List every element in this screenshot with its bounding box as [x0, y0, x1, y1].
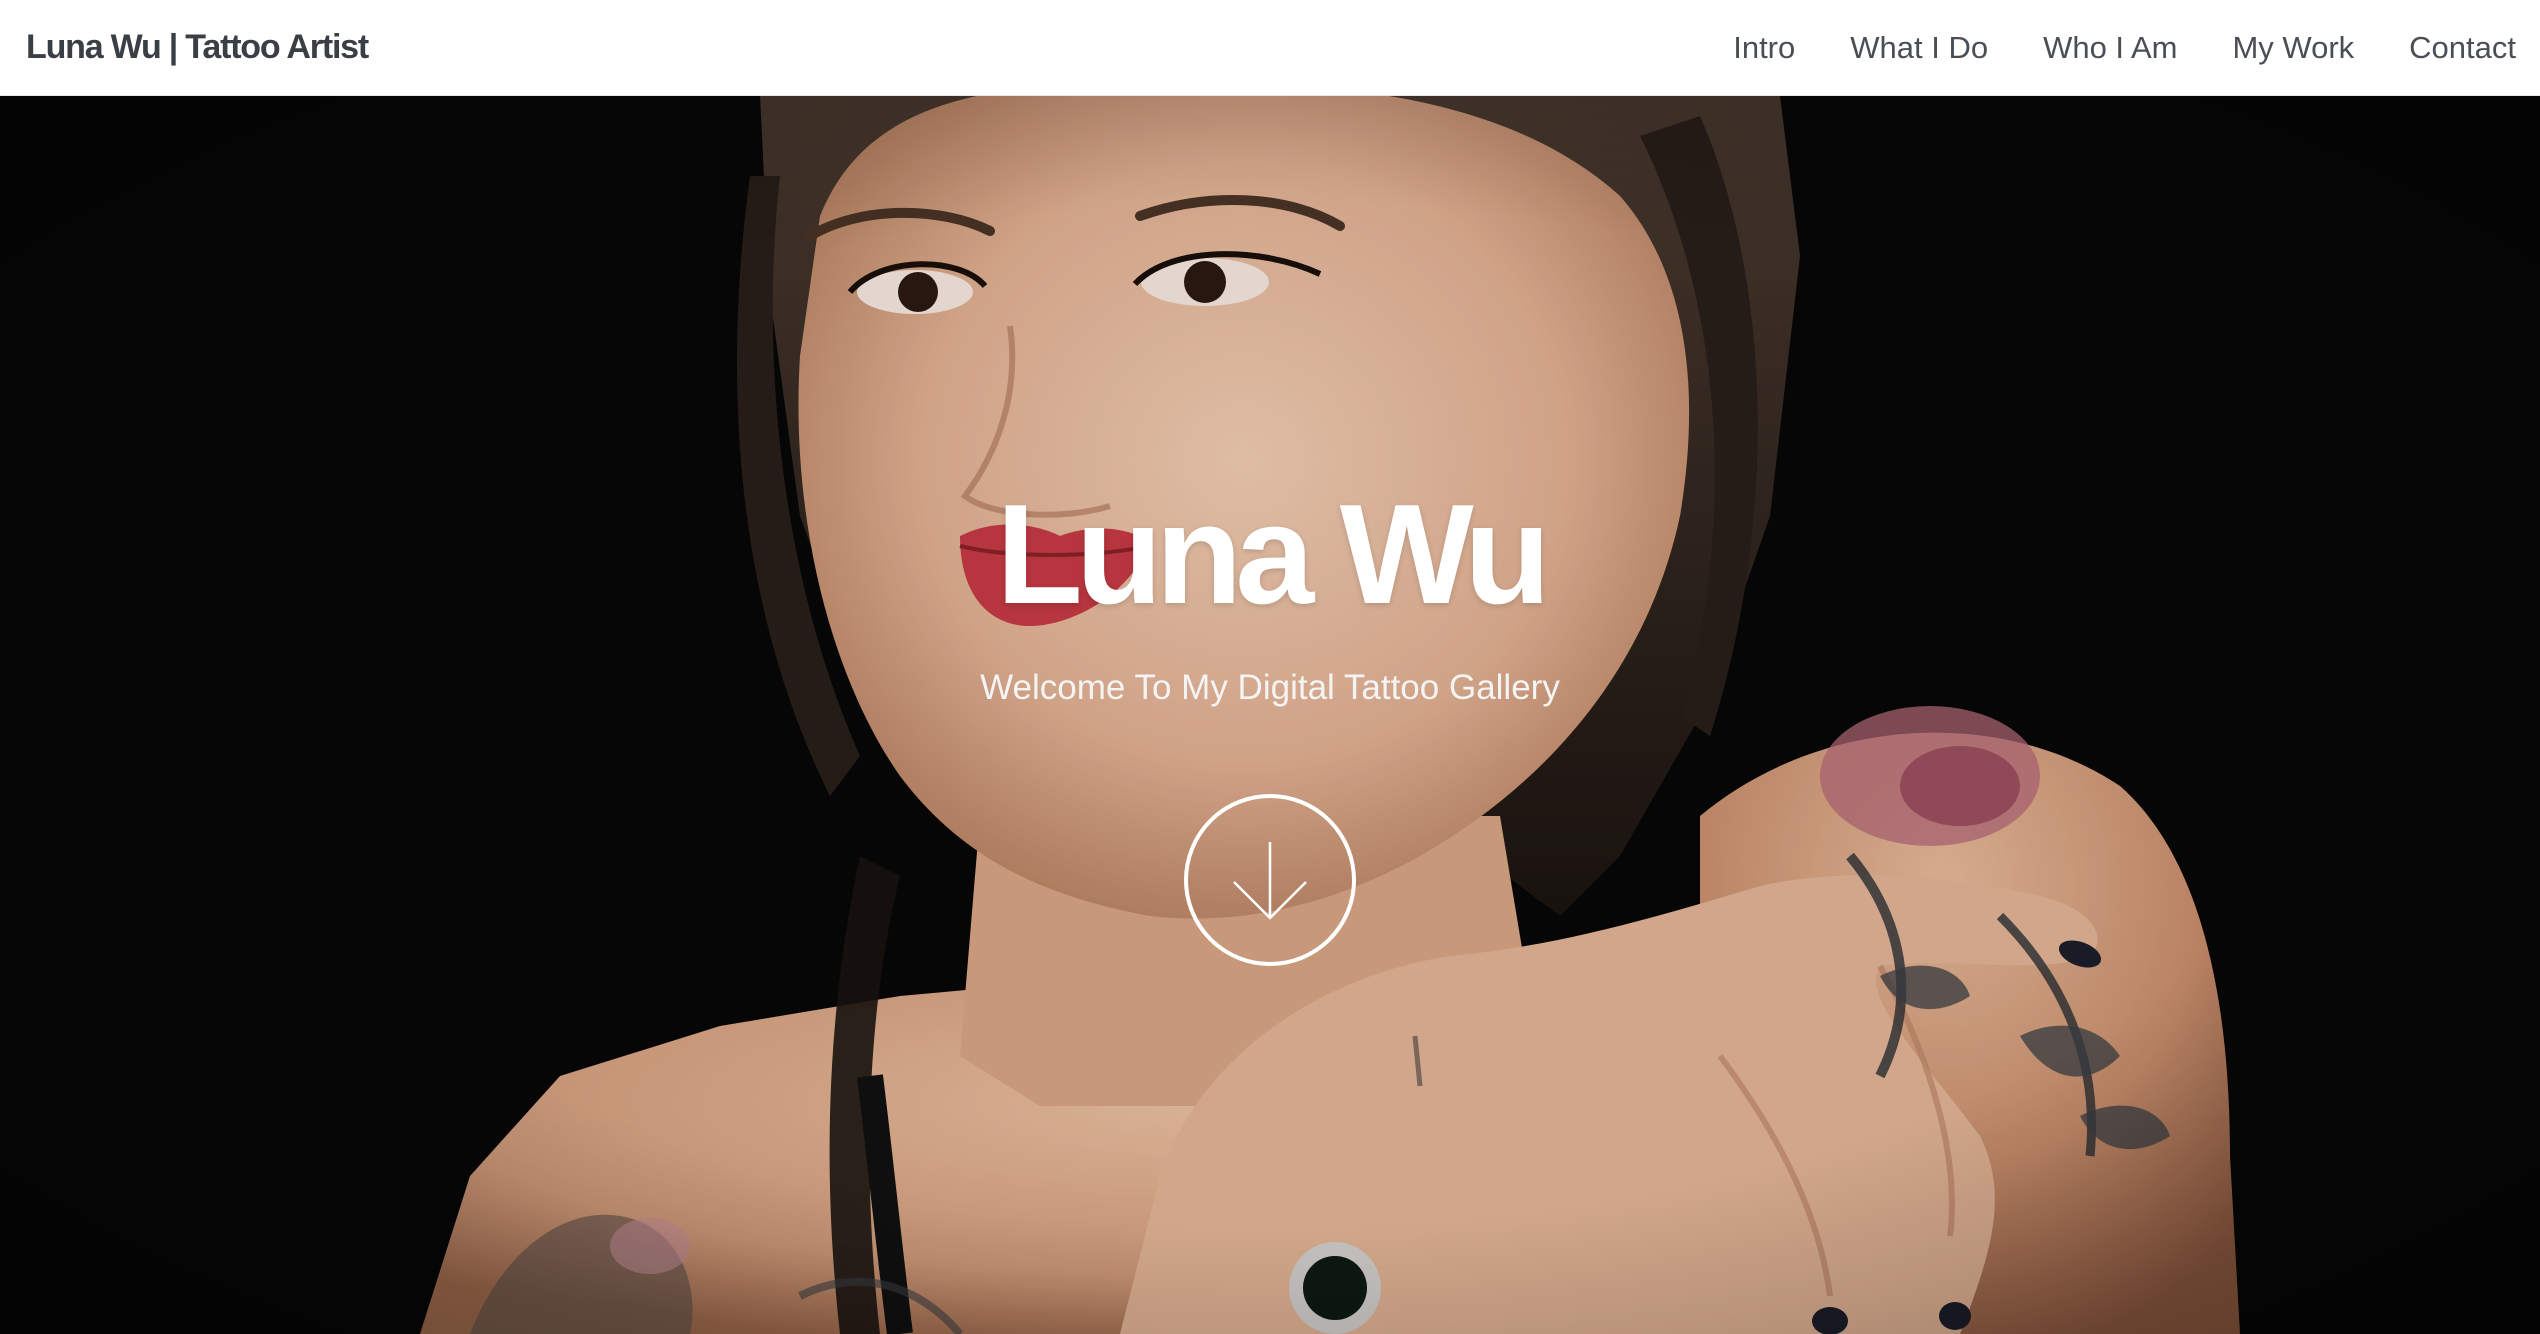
- hero-subtitle: Welcome To My Digital Tattoo Gallery: [980, 668, 1560, 707]
- arrow-down-icon: [1233, 842, 1307, 920]
- nav-link-intro[interactable]: Intro: [1733, 30, 1795, 66]
- nav-link-my-work[interactable]: My Work: [2232, 30, 2354, 66]
- hero-title: Luna Wu: [996, 475, 1551, 634]
- nav-link-who-i-am[interactable]: Who I Am: [2043, 30, 2177, 66]
- hero-content: Luna Wu Welcome To My Digital Tattoo Gal…: [0, 96, 2540, 1334]
- site-brand[interactable]: Luna Wu | Tattoo Artist: [26, 28, 369, 67]
- main-nav: Intro What I Do Who I Am My Work Contact: [1678, 30, 2516, 66]
- top-navbar: Luna Wu | Tattoo Artist Intro What I Do …: [0, 0, 2540, 96]
- scroll-down-button[interactable]: [1184, 794, 1356, 966]
- nav-link-what-i-do[interactable]: What I Do: [1850, 30, 1988, 66]
- nav-link-contact[interactable]: Contact: [2409, 30, 2516, 66]
- hero-section: Luna Wu Welcome To My Digital Tattoo Gal…: [0, 96, 2540, 1334]
